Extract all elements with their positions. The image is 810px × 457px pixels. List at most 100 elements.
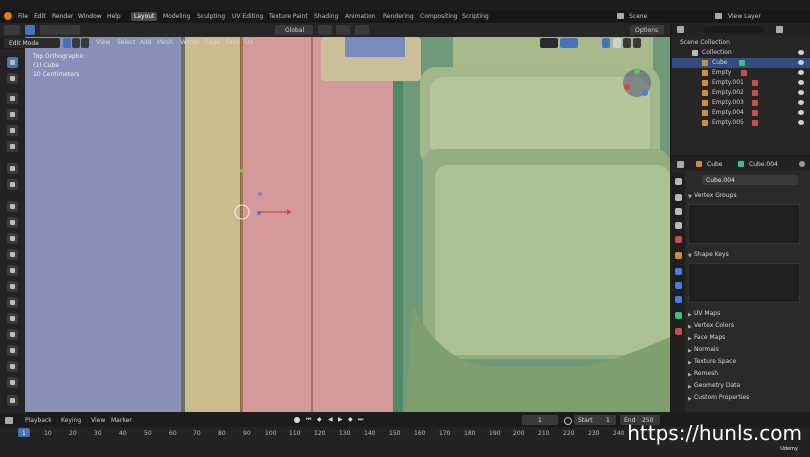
properties-editor-icon[interactable] [677, 161, 684, 168]
outliner-row-empty-001[interactable]: Empty.001 [672, 78, 810, 88]
shape-keys-list[interactable] [688, 263, 800, 303]
editor-type-button[interactable] [4, 25, 20, 35]
tab-rendering[interactable]: Rendering [380, 12, 417, 21]
material-tab-icon[interactable] [675, 328, 682, 335]
texture-space-panel-title[interactable]: Texture Space [694, 358, 736, 365]
tab-sculpting[interactable]: Sculpting [194, 12, 228, 21]
vertex-groups-list[interactable] [688, 204, 800, 244]
modifier-tab-icon[interactable] [675, 268, 682, 275]
menu-add[interactable]: Add [140, 39, 152, 46]
select-tool-icon[interactable] [25, 25, 35, 35]
tab-uv-editing[interactable]: UV Editing [229, 12, 266, 21]
collapse-arrow-icon[interactable]: ▶ [688, 348, 692, 354]
tab-shading[interactable]: Shading [311, 12, 341, 21]
custom-properties-panel-title[interactable]: Custom Properties [694, 394, 749, 401]
measure-tool-icon[interactable] [7, 179, 18, 190]
outliner-row-empty-003[interactable]: Empty.003 [672, 98, 810, 108]
geometry-data-panel-title[interactable]: Geometry Data [694, 382, 740, 389]
edge-select-icon[interactable] [72, 38, 80, 48]
output-tab-icon[interactable] [675, 208, 682, 215]
play-reverse-icon[interactable]: ◀ [328, 416, 333, 423]
transform-tool-icon[interactable] [7, 141, 18, 152]
scale-tool-icon[interactable] [7, 125, 18, 136]
menu-playback[interactable]: Playback [25, 417, 52, 424]
render-tab-icon[interactable] [675, 194, 682, 201]
mesh-data-tab-icon[interactable] [675, 312, 682, 319]
cursor-tool-icon[interactable] [7, 73, 18, 84]
menu-select[interactable]: Select [117, 39, 136, 46]
shrink-fatten-tool-icon[interactable] [7, 345, 18, 356]
annotate-tool-icon[interactable] [7, 163, 18, 174]
options-dropdown[interactable]: Options [630, 25, 664, 35]
scene-selector[interactable]: Scene [629, 13, 647, 20]
collapse-arrow-icon[interactable]: ▶ [688, 324, 692, 330]
transform-orientation-dropdown[interactable]: Global [275, 25, 313, 35]
collapse-arrow-icon[interactable]: ▶ [688, 336, 692, 342]
inset-tool-icon[interactable] [7, 217, 18, 228]
play-icon[interactable]: ▶ [338, 416, 343, 423]
menu-vertex[interactable]: Vertex [180, 39, 199, 46]
outliner-row-empty-004[interactable]: Empty.004 [672, 108, 810, 118]
jump-end-icon[interactable]: ⏭ [358, 416, 363, 424]
visibility-eye-icon[interactable] [798, 110, 804, 115]
visibility-eye-icon[interactable] [798, 70, 804, 75]
tab-layout[interactable]: Layout [131, 12, 158, 21]
outliner-row-scene-collection[interactable]: Scene Collection [672, 38, 810, 48]
jump-start-icon[interactable]: ⏮ [306, 416, 311, 424]
tab-scripting[interactable]: Scripting [459, 12, 492, 21]
visibility-eye-icon[interactable] [798, 90, 804, 95]
outliner-search-input[interactable] [704, 26, 764, 33]
vertex-groups-panel-title[interactable]: Vertex Groups [694, 192, 737, 199]
collapse-arrow-icon[interactable]: ▶ [688, 384, 692, 390]
pin-icon[interactable] [799, 161, 805, 167]
tab-compositing[interactable]: Compositing [417, 12, 461, 21]
object-tab-icon[interactable] [675, 252, 682, 259]
menu-uv[interactable]: UV [245, 39, 254, 46]
record-button[interactable] [294, 417, 300, 423]
outliner-row-collection[interactable]: Collection [672, 48, 810, 58]
menu-keying[interactable]: Keying [61, 417, 81, 424]
prev-keyframe-icon[interactable]: ◆ [317, 416, 322, 423]
expand-arrow-icon[interactable]: ▼ [688, 253, 692, 259]
tab-modeling[interactable]: Modeling [160, 12, 193, 21]
menu-view[interactable]: View [96, 39, 110, 46]
menu-face[interactable]: Face [226, 39, 240, 46]
move-tool-icon[interactable] [7, 93, 18, 104]
poly-build-tool-icon[interactable] [7, 281, 18, 292]
viewport-gizmo-icon[interactable] [540, 38, 558, 48]
to-sphere-tool-icon[interactable] [7, 395, 18, 406]
particles-tab-icon[interactable] [675, 282, 682, 289]
menu-edit[interactable]: Edit [34, 13, 46, 20]
outliner-editor-icon[interactable] [677, 26, 684, 33]
loop-cut-tool-icon[interactable] [7, 249, 18, 260]
rip-tool-icon[interactable] [7, 377, 18, 388]
tab-texture-paint[interactable]: Texture Paint [266, 12, 311, 21]
vertex-colors-panel-title[interactable]: Vertex Colors [694, 322, 734, 329]
timeline-editor-icon[interactable] [5, 417, 13, 424]
3d-viewport[interactable]: Top Orthographic (1) Cube 10 Centimeters [25, 37, 670, 412]
menu-help[interactable]: Help [107, 13, 121, 20]
shear-tool-icon[interactable] [7, 361, 18, 372]
collapse-arrow-icon[interactable]: ▶ [688, 372, 692, 378]
shading-solid-icon[interactable] [613, 38, 621, 48]
menu-timeline-view[interactable]: View [91, 417, 105, 424]
collapse-arrow-icon[interactable]: ▶ [688, 312, 692, 318]
outliner-row-cube[interactable]: Cube [672, 58, 810, 68]
scene-tab-icon[interactable] [675, 236, 682, 243]
face-maps-panel-title[interactable]: Face Maps [694, 334, 725, 341]
menu-mesh[interactable]: Mesh [157, 39, 173, 46]
shading-material-icon[interactable] [623, 38, 631, 48]
visibility-eye-icon[interactable] [798, 120, 804, 125]
mode-dropdown[interactable]: Edit Mode [4, 38, 60, 48]
collapse-arrow-icon[interactable]: ▶ [688, 360, 692, 366]
select-subtract-icon[interactable] [60, 25, 70, 35]
visibility-eye-icon[interactable] [798, 60, 804, 65]
tool-tab-icon[interactable] [675, 178, 682, 185]
edge-slide-tool-icon[interactable] [7, 329, 18, 340]
xray-icon[interactable] [602, 38, 610, 48]
snap-icon[interactable] [336, 25, 350, 35]
bevel-tool-icon[interactable] [7, 233, 18, 244]
blender-logo-icon[interactable] [4, 12, 12, 20]
menu-marker[interactable]: Marker [111, 417, 132, 424]
view-layer-tab-icon[interactable] [675, 222, 682, 229]
